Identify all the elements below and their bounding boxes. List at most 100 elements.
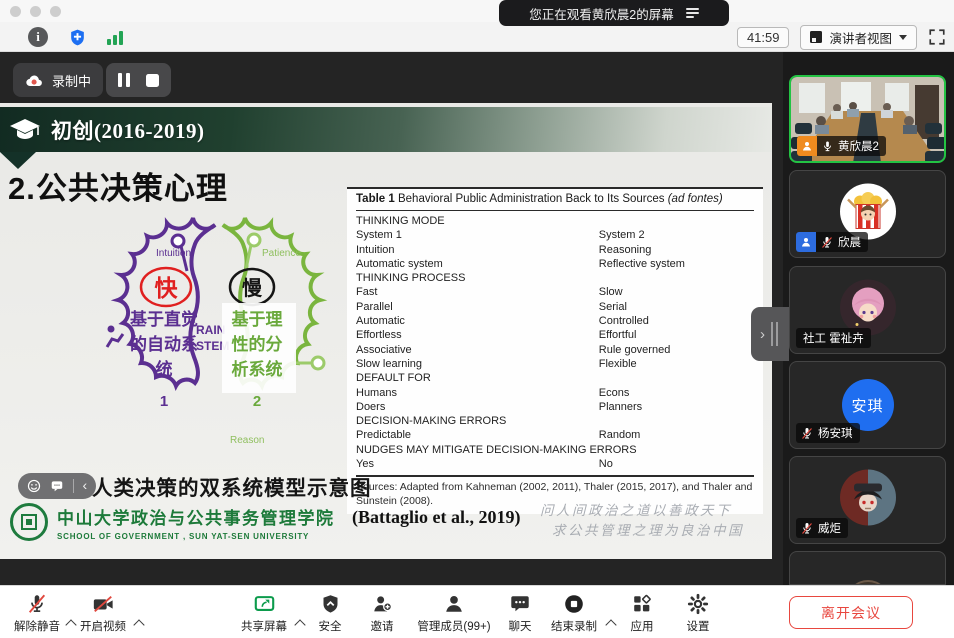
manage-participants-button[interactable]: 管理成员(99+)	[408, 593, 500, 634]
share-screen-button[interactable]: 共享屏幕	[234, 593, 294, 634]
table-row: EffortlessEffortful	[356, 328, 754, 342]
chevron-up-icon[interactable]	[294, 619, 305, 630]
close-window-icon[interactable]	[10, 6, 21, 17]
recording-status-label: 录制中	[52, 71, 91, 90]
connection-signal-icon	[107, 30, 123, 45]
participant-tile[interactable]	[789, 551, 946, 585]
fullscreen-icon[interactable]	[928, 28, 946, 46]
participant-tile[interactable]: 黄欣晨2	[789, 75, 946, 163]
university-logo	[10, 503, 48, 541]
invite-person-icon	[371, 593, 394, 615]
shared-screen-slide: 初创(2016-2019) 2.公共决策心理	[0, 103, 772, 559]
user-badge-icon	[796, 232, 816, 252]
participant-name-tag: 欣晨	[796, 232, 868, 252]
invite-button[interactable]: 邀请	[360, 593, 404, 634]
share-screen-icon	[253, 593, 276, 615]
system1-description: 基于直觉 的自动系 统 1	[129, 309, 198, 410]
mic-muted-icon	[821, 236, 833, 249]
table-row: NUDGES MAY MITIGATE DECISION-MAKING ERRO…	[356, 443, 754, 457]
chat-icon	[509, 593, 531, 615]
host-badge-icon	[797, 136, 817, 156]
svg-text:基于直觉: 基于直觉	[129, 309, 198, 329]
participant-tile[interactable]: 安琪 杨安琪	[789, 361, 946, 449]
table-row: PredictableRandom	[356, 428, 754, 442]
meeting-toolbar: 解除静音 开启视频 共享屏幕	[0, 585, 954, 638]
security-button[interactable]: 安全	[308, 593, 352, 634]
meeting-main-area: 录制中 初创(2016-2019) 2.公共决策心理	[0, 52, 954, 585]
mic-muted-icon	[801, 427, 813, 440]
table-title: Table 1 Behavioral Public Administration…	[356, 189, 754, 211]
collapse-reactions-icon[interactable]: ‹	[82, 478, 87, 492]
unmute-button[interactable]: 解除静音	[8, 593, 66, 634]
emoji-reaction-icon[interactable]	[27, 479, 41, 493]
participants-icon	[443, 593, 465, 615]
school-name-cn: 中山大学政治与公共事务管理学院	[57, 504, 335, 529]
apps-grid-icon	[631, 593, 653, 615]
layout-icon	[810, 31, 822, 43]
stop-record-icon	[563, 593, 585, 615]
stop-recording-button[interactable]	[146, 74, 159, 87]
drag-grip-icon	[771, 322, 778, 346]
settings-button[interactable]: 设置	[676, 593, 720, 634]
table-label: Table 1	[356, 193, 395, 205]
meeting-menubar: i 41:59 演讲者视图	[0, 22, 954, 52]
screen-options-menu-icon[interactable]	[686, 8, 699, 18]
view-mode-label: 演讲者视图	[829, 28, 892, 47]
leave-meeting-button[interactable]: 离开会议	[789, 596, 913, 629]
recording-indicator: 录制中	[13, 63, 171, 97]
camera-off-icon	[91, 593, 115, 615]
table-body: THINKING MODE System 1System 2 Intuition…	[356, 211, 754, 477]
participant-tile[interactable]: 威炬	[789, 456, 946, 544]
chevron-up-icon[interactable]	[133, 619, 144, 630]
view-mode-button[interactable]: 演讲者视图	[800, 25, 917, 50]
runner-icon	[107, 326, 123, 348]
table-row: Automatic systemReflective system	[356, 257, 754, 271]
mic-muted-icon	[26, 593, 48, 615]
table-title-note: (ad fontes)	[668, 193, 723, 205]
stop-recording-button[interactable]: 结束录制	[543, 593, 605, 634]
behavioral-table: Table 1 Behavioral Public Administration…	[347, 187, 763, 514]
security-shield-icon	[320, 593, 341, 615]
svg-text:的自动系: 的自动系	[130, 334, 198, 354]
cloud-recording-icon	[25, 73, 44, 88]
table-row: AssociativeRule governed	[356, 343, 754, 357]
chevron-right-icon: ›	[760, 326, 765, 343]
system2-description: 基于理 性的分 析系统 2	[231, 309, 283, 410]
chat-button[interactable]: 聊天	[500, 593, 540, 634]
participant-tile[interactable]: 社工 霍祉卉	[789, 266, 946, 354]
intuition-label: Intuition	[156, 248, 191, 259]
chevron-up-icon[interactable]	[605, 619, 616, 630]
maximize-window-icon[interactable]	[50, 6, 61, 17]
table-row: FastSlow	[356, 285, 754, 299]
graduation-cap-icon	[9, 117, 41, 143]
sidebar-collapse-handle[interactable]: ›	[751, 307, 789, 361]
security-shield-icon[interactable]	[68, 27, 87, 48]
zoom-meeting-window: 您正在观看黄欣晨2的屏幕 i 41:59 演讲者视图	[0, 0, 954, 638]
reactions-overlay: ‹	[18, 473, 96, 499]
fast-char: 快	[155, 275, 179, 301]
calligraphy-watermark: 问人间政治之道以善政天下 求公共管理之理为良治中国	[540, 501, 768, 541]
table-row: IntuitionReasoning	[356, 243, 754, 257]
table-row: HumansEcons	[356, 386, 754, 400]
avatar	[840, 568, 896, 585]
meeting-info-icon[interactable]: i	[28, 27, 48, 47]
window-controls[interactable]	[10, 6, 61, 17]
start-video-button[interactable]: 开启视频	[72, 593, 134, 634]
table-row: AutomaticControlled	[356, 314, 754, 328]
pause-recording-button[interactable]	[118, 73, 130, 87]
table-row: DoersPlanners	[356, 400, 754, 414]
slide-citation: (Battaglio et al., 2019)	[352, 507, 520, 528]
reason-label: Reason	[230, 435, 264, 446]
dual-system-brain-diagram: Intuition Patience Reason 快 慢 RAIN STEM …	[94, 205, 344, 457]
table-row: THINKING PROCESS	[356, 271, 754, 285]
participants-sidebar: 黄欣晨2	[783, 52, 954, 585]
table-row: ParallelSerial	[356, 300, 754, 314]
participant-tile[interactable]: 欣晨	[789, 170, 946, 258]
slide-title: 2.公共决策心理	[8, 163, 228, 208]
apps-button[interactable]: 应用	[620, 593, 664, 634]
patience-label: Patience	[262, 248, 301, 259]
chat-bubble-icon[interactable]	[50, 479, 64, 493]
minimize-window-icon[interactable]	[30, 6, 41, 17]
pill-divider	[73, 479, 74, 493]
table-row: THINKING MODE	[356, 214, 754, 228]
